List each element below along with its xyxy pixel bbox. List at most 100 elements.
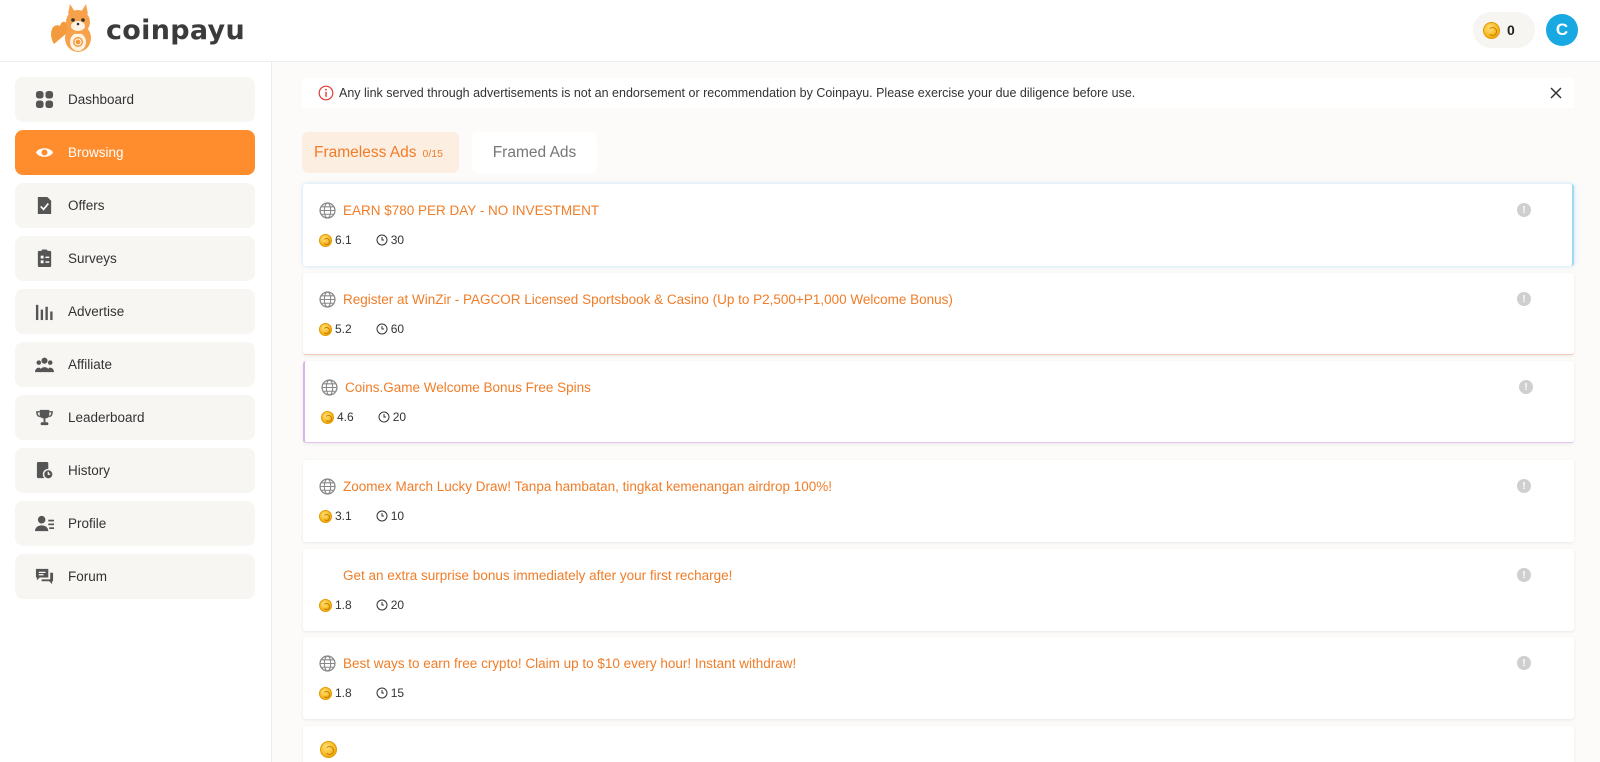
coin-icon [320, 741, 337, 758]
tab-label: Frameless Ads [314, 143, 417, 161]
ad-meta: 3.1 10 [319, 509, 404, 523]
ad-reward: 4.6 [337, 410, 354, 424]
sidebar-item-leaderboard[interactable]: Leaderboard [15, 395, 255, 440]
profile-icon [35, 515, 54, 532]
sidebar-item-affiliate[interactable]: Affiliate [15, 342, 255, 387]
sidebar-item-profile[interactable]: Profile [15, 501, 255, 546]
coin-icon [319, 509, 332, 523]
close-icon[interactable] [1549, 86, 1563, 100]
ad-title[interactable]: Best ways to earn free crypto! Claim up … [343, 656, 796, 671]
ad-reward: 1.8 [335, 598, 352, 612]
balance-value: 0 [1507, 22, 1515, 38]
sidebar-item-label: Browsing [68, 145, 124, 160]
users-icon [35, 357, 54, 373]
ad-title[interactable]: Zoomex March Lucky Draw! Tanpa hambatan,… [343, 479, 832, 494]
coin-icon [321, 410, 334, 424]
ad-disclaimer-notice: Any link served through advertisements i… [302, 78, 1574, 108]
ad-duration: 20 [392, 410, 407, 424]
history-icon [36, 461, 54, 480]
clock-icon [376, 234, 388, 246]
sidebar-item-label: Forum [68, 569, 108, 584]
sidebar-item-dashboard[interactable]: Dashboard [15, 77, 255, 122]
ad-card[interactable]: Best ways to earn free crypto! Claim up … [303, 637, 1574, 719]
sidebar-item-offers[interactable]: Offers [15, 183, 255, 228]
ad-card[interactable]: Register at WinZir - PAGCOR Licensed Spo… [303, 273, 1574, 355]
top-header: coinpayu 0 C [0, 0, 1600, 62]
tab-label: Framed Ads [492, 143, 577, 161]
globe-icon [319, 202, 336, 219]
ad-meta: 1.8 15 [319, 686, 404, 700]
globe-icon [321, 379, 338, 396]
sidebar-item-history[interactable]: History [15, 448, 255, 493]
ad-card[interactable]: Zoomex March Lucky Draw! Tanpa hambatan,… [303, 460, 1574, 542]
dashboard-icon [35, 90, 54, 109]
ad-duration: 15 [390, 686, 405, 700]
logo[interactable]: coinpayu [48, 4, 245, 56]
ad-meta: 4.6 20 [321, 410, 406, 424]
clock-icon [376, 323, 388, 335]
logo-text: coinpayu [106, 14, 245, 46]
tab-frameless-ads[interactable]: Frameless Ads 0/15 [302, 132, 459, 173]
sidebar-item-label: Affiliate [68, 357, 113, 372]
coin-icon [319, 598, 332, 612]
ad-info-icon[interactable]: ! [1517, 292, 1531, 306]
ad-meta: 5.2 60 [319, 322, 404, 336]
clock-icon [376, 687, 388, 699]
notice-text: Any link served through advertisements i… [339, 86, 1136, 100]
ad-card-partial[interactable] [303, 726, 1574, 762]
ad-duration: 60 [390, 322, 405, 336]
ad-info-icon[interactable]: ! [1517, 568, 1531, 582]
ad-reward: 3.1 [335, 509, 352, 523]
eye-icon [35, 148, 54, 157]
ad-title[interactable]: Register at WinZir - PAGCOR Licensed Spo… [343, 292, 953, 307]
ad-title[interactable]: Get an extra surprise bonus immediately … [343, 568, 732, 583]
main-content: Any link served through advertisements i… [272, 62, 1600, 762]
tab-framed-ads[interactable]: Framed Ads [472, 132, 597, 173]
ad-info-icon[interactable]: ! [1517, 479, 1531, 493]
ad-card[interactable]: Coins.Game Welcome Bonus Free Spins 4.6 … [303, 361, 1574, 443]
sidebar-item-label: Advertise [68, 304, 125, 319]
ad-duration: 10 [390, 509, 405, 523]
trophy-icon [36, 409, 53, 426]
coin-icon [319, 233, 332, 247]
ad-info-icon[interactable]: ! [1519, 380, 1533, 394]
globe-icon [319, 291, 336, 308]
sidebar-item-label: Offers [68, 198, 105, 213]
sidebar-item-advertise[interactable]: Advertise [15, 289, 255, 334]
sidebar-item-forum[interactable]: Forum [15, 554, 255, 599]
ad-reward: 1.8 [335, 686, 352, 700]
bar-chart-icon [35, 304, 53, 321]
globe-icon [319, 478, 336, 495]
ad-card[interactable]: EARN $780 PER DAY - NO INVESTMENT 6.1 30… [303, 184, 1574, 266]
ad-reward: 6.1 [335, 233, 352, 247]
ad-card[interactable]: Get an extra surprise bonus immediately … [303, 549, 1574, 631]
ad-info-icon[interactable]: ! [1517, 656, 1531, 670]
ad-info-icon[interactable]: ! [1517, 203, 1531, 217]
sidebar-item-browsing[interactable]: Browsing [15, 130, 255, 175]
globe-icon [319, 655, 336, 672]
balance-indicator[interactable]: 0 [1473, 12, 1535, 48]
ad-title[interactable]: EARN $780 PER DAY - NO INVESTMENT [343, 203, 599, 218]
sidebar: Dashboard Browsing Offers Surveys Advert… [0, 62, 272, 762]
coin-icon [319, 322, 332, 336]
clock-icon [376, 510, 388, 522]
offers-icon [37, 196, 52, 215]
sidebar-item-label: Dashboard [68, 92, 135, 107]
ad-duration: 30 [390, 233, 405, 247]
chat-icon [35, 568, 54, 585]
info-icon [318, 85, 334, 101]
sidebar-item-surveys[interactable]: Surveys [15, 236, 255, 281]
ad-title[interactable]: Coins.Game Welcome Bonus Free Spins [345, 380, 591, 395]
tab-count-badge: 0/15 [422, 148, 443, 160]
sidebar-item-label: Surveys [68, 251, 117, 266]
clock-icon [376, 599, 388, 611]
ad-meta: 1.8 20 [319, 598, 404, 612]
ad-reward: 5.2 [335, 322, 352, 336]
coin-icon [319, 686, 332, 700]
squirrel-logo-icon [51, 4, 91, 52]
user-avatar[interactable]: C [1546, 14, 1578, 46]
sidebar-item-label: Leaderboard [68, 410, 145, 425]
clock-icon [378, 411, 390, 423]
clipboard-icon [37, 249, 52, 268]
ad-duration: 20 [390, 598, 405, 612]
